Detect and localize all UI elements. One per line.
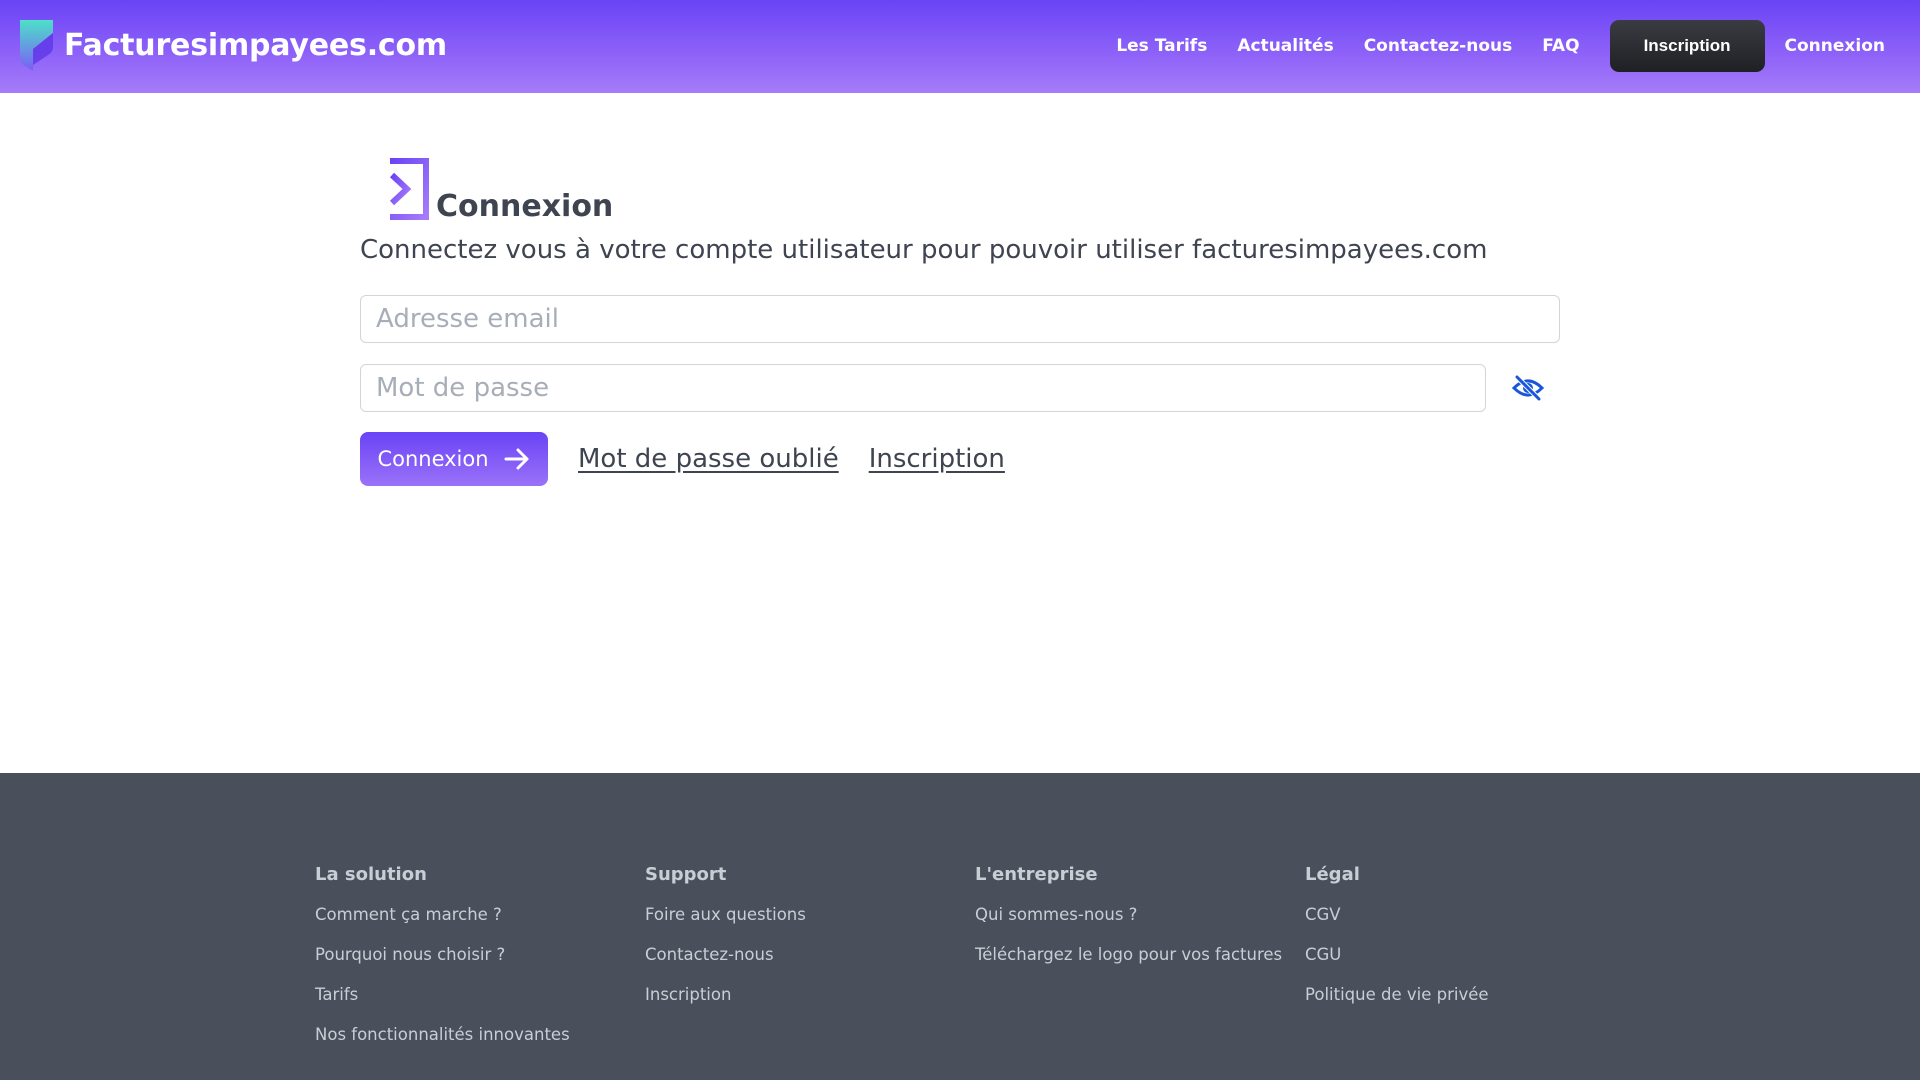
signup-link[interactable]: Inscription — [869, 444, 1005, 474]
site-header: Facturesimpayees.com Les Tarifs Actualit… — [0, 0, 1920, 93]
login-section: Connexion Connectez vous à votre compte … — [360, 150, 1560, 486]
footer-link[interactable]: Tarifs — [315, 983, 570, 1007]
main-nav: Les Tarifs Actualités Contactez-nous FAQ… — [1116, 20, 1920, 72]
arrow-right-icon — [504, 448, 529, 470]
footer-heading: Légal — [1305, 864, 1360, 885]
login-actions: Connexion Mot de passe oublié Inscriptio… — [360, 432, 1560, 486]
footer-heading: La solution — [315, 864, 427, 885]
nav-link-connexion[interactable]: Connexion — [1785, 20, 1885, 72]
login-button[interactable]: Connexion — [360, 432, 548, 486]
footer-link[interactable]: Pourquoi nous choisir ? — [315, 943, 570, 967]
page-title: Connexion — [436, 189, 614, 224]
nav-link-faq[interactable]: FAQ — [1542, 20, 1579, 72]
footer-link[interactable]: Contactez-nous — [645, 943, 806, 967]
nav-link-tarifs[interactable]: Les Tarifs — [1116, 20, 1207, 72]
forgot-password-link[interactable]: Mot de passe oublié — [578, 444, 839, 474]
eye-off-icon — [1512, 375, 1544, 401]
login-button-label: Connexion — [377, 447, 489, 471]
footer-link[interactable]: Foire aux questions — [645, 903, 806, 927]
footer-column-entreprise: L'entreprise Qui sommes-nous ? Télécharg… — [975, 863, 1282, 983]
footer-link[interactable]: Téléchargez le logo pour vos factures — [975, 943, 1282, 967]
footer-heading: Support — [645, 864, 727, 885]
footer-column-legal: Légal CGV CGU Politique de vie privée — [1305, 863, 1489, 1023]
footer-column-solution: La solution Comment ça marche ? Pourquoi… — [315, 863, 570, 1063]
footer-link[interactable]: CGU — [1305, 943, 1489, 967]
brand-name: Facturesimpayees.com — [64, 28, 447, 63]
site-footer: La solution Comment ça marche ? Pourquoi… — [0, 773, 1920, 1080]
footer-link[interactable]: CGV — [1305, 903, 1489, 927]
footer-link[interactable]: Nos fonctionnalités innovantes — [315, 1023, 570, 1047]
footer-column-support: Support Foire aux questions Contactez-no… — [645, 863, 806, 1023]
email-field[interactable] — [360, 295, 1560, 343]
footer-link[interactable]: Comment ça marche ? — [315, 903, 570, 927]
nav-signup-button[interactable]: Inscription — [1609, 20, 1765, 72]
brand[interactable]: Facturesimpayees.com — [19, 19, 447, 73]
login-icon — [360, 158, 429, 220]
footer-heading: L'entreprise — [975, 864, 1098, 885]
nav-link-contact[interactable]: Contactez-nous — [1364, 20, 1513, 72]
title-row: Connexion — [360, 150, 1560, 224]
password-field[interactable] — [360, 364, 1486, 412]
nav-link-actualites[interactable]: Actualités — [1237, 20, 1333, 72]
footer-link[interactable]: Inscription — [645, 983, 806, 1007]
footer-link[interactable]: Qui sommes-nous ? — [975, 903, 1282, 927]
page-subtitle: Connectez vous à votre compte utilisateu… — [360, 235, 1488, 265]
password-visibility-toggle[interactable] — [1508, 368, 1548, 408]
brand-logo-icon — [20, 20, 53, 71]
password-row — [360, 364, 1560, 412]
footer-link[interactable]: Politique de vie privée — [1305, 983, 1489, 1007]
